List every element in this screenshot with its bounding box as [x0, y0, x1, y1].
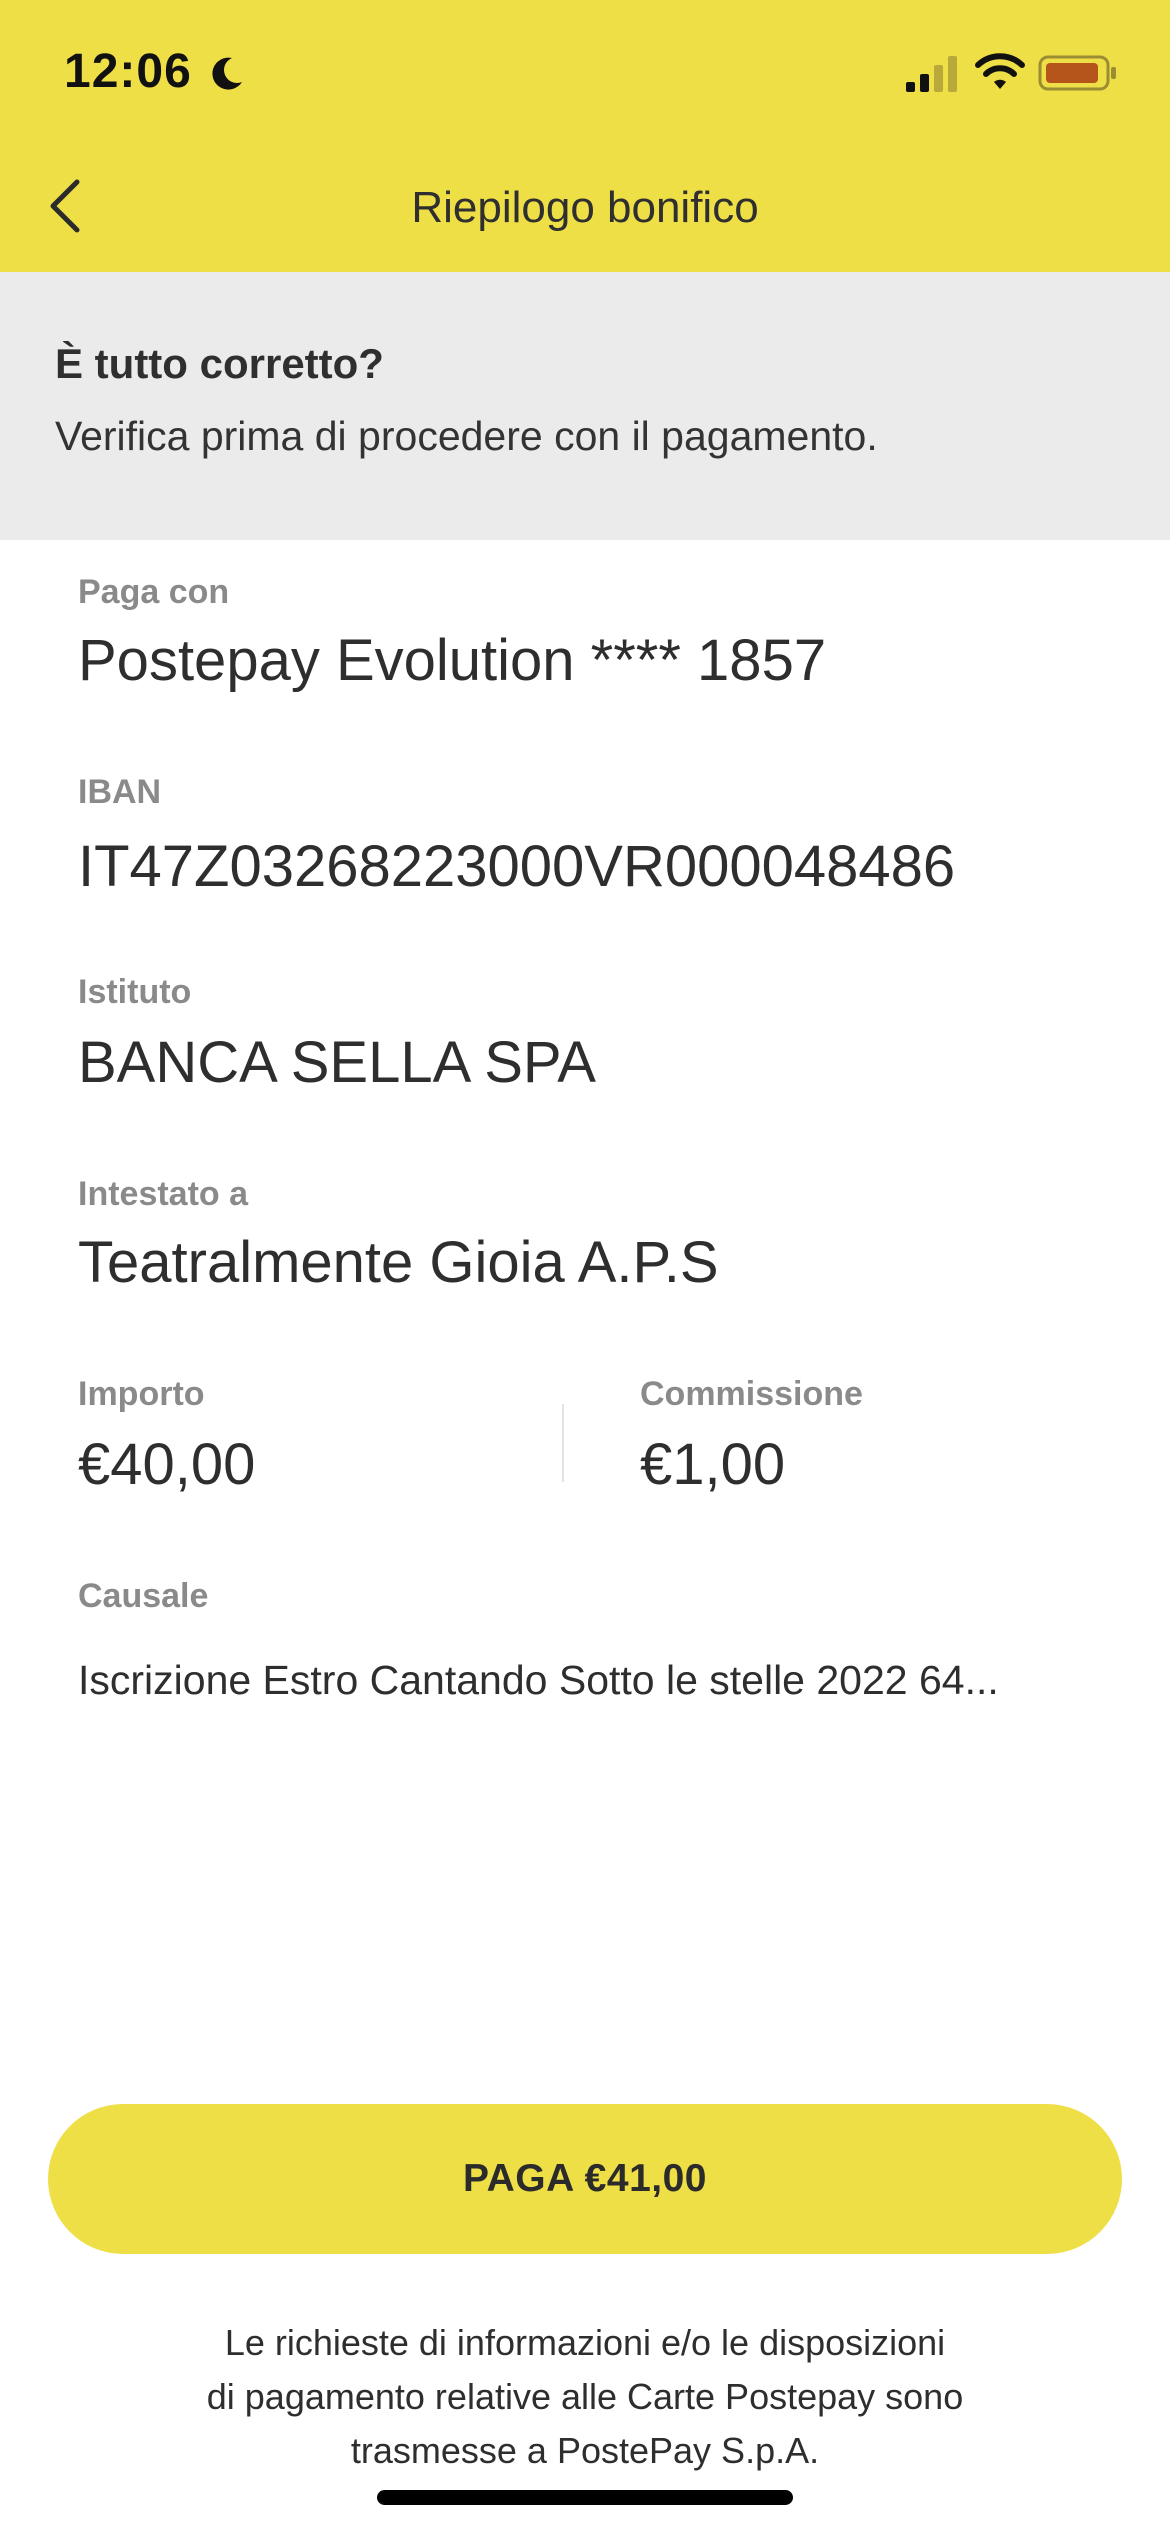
reason-label: Causale — [78, 1577, 209, 1615]
battery-icon — [1038, 55, 1116, 91]
institute-value: BANCA SELLA SPA — [78, 1030, 596, 1095]
disclaimer-line: trasmesse a PostePay S.p.A. — [350, 2430, 820, 2471]
holder-label: Intestato a — [78, 1175, 249, 1213]
holder-value: Teatralmente Gioia A.P.S — [78, 1230, 719, 1295]
moon-icon — [212, 57, 242, 90]
status-time: 12:06 — [64, 45, 192, 98]
fee-value: €1,00 — [640, 1432, 786, 1497]
institute-label: Istituto — [78, 973, 192, 1011]
confirmation-banner: È tutto corretto? Verifica prima di proc… — [0, 272, 1170, 540]
disclaimer-line: di pagamento relative alle Carte Postepa… — [206, 2376, 964, 2417]
fee-label: Commissione — [640, 1375, 863, 1413]
iban-label: IBAN — [78, 773, 162, 811]
confirmation-title: È tutto corretto? — [55, 340, 384, 387]
signal-icon — [906, 56, 957, 92]
home-indicator[interactable] — [377, 2490, 793, 2505]
amount-label: Importo — [78, 1375, 205, 1413]
iban-value: IT47Z03268223000VR000048486 — [78, 834, 956, 899]
header-bar: 12:06 Riepilogo bonifico — [0, 0, 1170, 272]
disclaimer-line: Le richieste di informazioni e/o le disp… — [224, 2322, 946, 2363]
pay-with-value: Postepay Evolution **** 1857 — [78, 628, 827, 693]
amount-value: €40,00 — [78, 1432, 256, 1497]
amount-fee-divider — [562, 1404, 564, 1482]
page-title: Riepilogo bonifico — [411, 183, 759, 232]
pay-button-label: PAGA €41,00 — [463, 2157, 707, 2200]
pay-with-label: Paga con — [78, 573, 230, 611]
confirmation-subtitle: Verifica prima di procedere con il pagam… — [55, 413, 878, 459]
disclaimer-text: Le richieste di informazioni e/o le disp… — [120, 2316, 1050, 2478]
pay-button[interactable]: PAGA €41,00 — [48, 2104, 1122, 2254]
reason-value: Iscrizione Estro Cantando Sotto le stell… — [78, 1657, 999, 1703]
wifi-icon — [975, 53, 1025, 89]
